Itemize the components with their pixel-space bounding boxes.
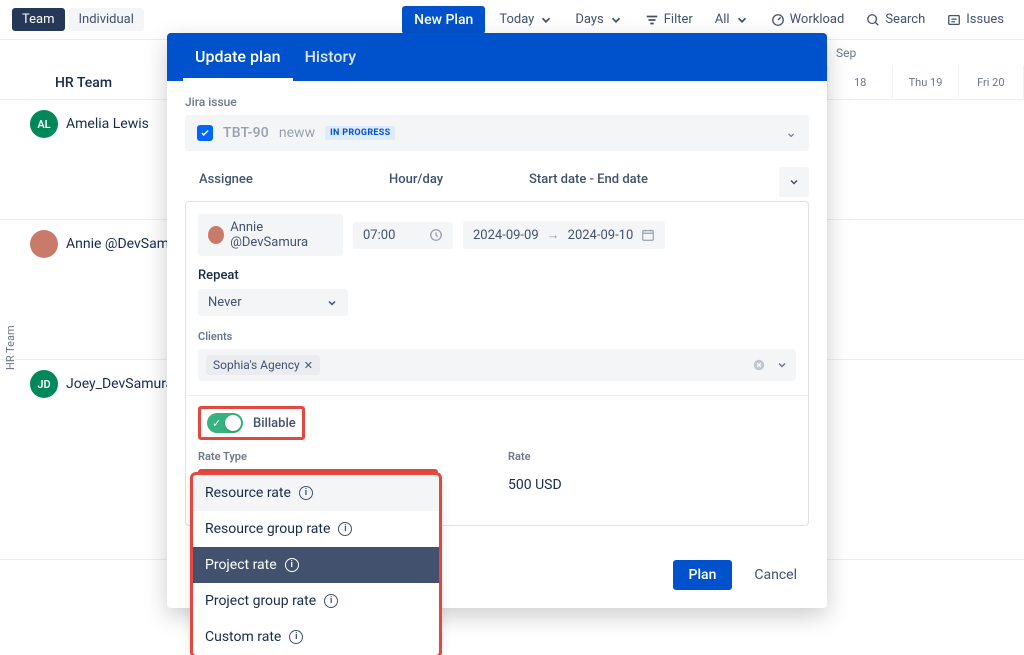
resource-name: Joey_DevSamurai [66,376,177,392]
workload-label: Workload [790,12,845,27]
repeat-value: Never [208,295,242,310]
rate-label: Rate [508,450,748,463]
issue-key: TBT-90 [223,125,269,141]
chevron-down-icon [788,176,800,188]
day-header: Thu 19 [893,66,958,99]
hours-per-day-field[interactable]: 07:00 [353,222,453,249]
arrow-right-icon: → [547,227,560,243]
scope-label: All [715,12,730,27]
avatar: JD [30,370,58,398]
new-plan-button[interactable]: New Plan [402,6,485,34]
issues-icon [947,13,961,27]
info-icon: i [299,486,313,500]
dialog-tabs: Update plan History [167,33,827,81]
col-assignee-label: Assignee [199,172,349,187]
billable-toggle[interactable]: ✓ [207,413,243,433]
workload-button[interactable]: Workload [763,7,853,32]
rate-type-option[interactable]: Resource rate i [193,475,439,511]
tab-history[interactable]: History [293,33,369,81]
option-label: Resource group rate [205,521,330,537]
filter-button[interactable]: Filter [637,7,701,32]
avatar [208,226,224,244]
jira-issue-picker[interactable]: TBT-90 neww IN PROGRESS ⌄ [185,115,809,151]
assignee-field[interactable]: Annie @DevSamura [198,214,343,256]
day-header: Fri 20 [959,66,1024,99]
date-range-field[interactable]: 2024-09-09 → 2024-09-10 [463,221,665,249]
chevron-down-icon: ⌄ [785,125,797,141]
status-badge: IN PROGRESS [325,126,395,140]
chevron-down-icon[interactable] [776,359,788,371]
clients-label: Clients [198,330,796,343]
task-type-icon [197,125,213,141]
cancel-button[interactable]: Cancel [742,560,809,590]
scope-button[interactable]: All [707,7,757,32]
start-date: 2024-09-09 [473,228,539,243]
calendar-icon [641,228,655,242]
hours-value: 07:00 [363,228,395,243]
granularity-button[interactable]: Days [567,7,630,32]
jira-issue-label: Jira issue [185,95,809,109]
plan-button[interactable]: Plan [673,560,733,590]
rate-type-dropdown: Resource rate i Resource group rate i Pr… [193,475,439,655]
view-individual-button[interactable]: Individual [69,8,144,31]
rate-type-option[interactable]: Project group rate i [193,583,439,619]
clients-field[interactable]: Sophia's Agency ✕ [198,349,796,381]
search-button[interactable]: Search [858,7,933,32]
check-icon: ✓ [212,417,221,430]
rate-type-option-selected[interactable]: Project rate i [193,547,439,583]
rate-value: 500 USD [508,469,748,493]
filter-icon [645,13,659,27]
clock-icon [429,228,443,242]
search-label: Search [885,12,925,27]
chevron-down-icon [609,13,623,27]
search-icon [866,13,880,27]
tab-update-plan[interactable]: Update plan [183,33,293,81]
toggle-knob [225,415,241,431]
issues-button[interactable]: Issues [939,7,1012,32]
billable-label: Billable [253,416,296,431]
repeat-select[interactable]: Never [198,289,348,316]
collapse-row-button[interactable] [779,167,809,197]
col-hourday-label: Hour/day [389,172,489,187]
option-label: Resource rate [205,485,291,501]
avatar [30,230,58,258]
chevron-down-icon [539,13,553,27]
month-label: Sep [828,46,1024,60]
gauge-icon [771,13,785,27]
info-icon: i [285,558,299,572]
billable-toggle-group: ✓ Billable [198,406,305,440]
today-button[interactable]: Today [491,7,561,32]
remove-tag-button[interactable]: ✕ [304,359,313,372]
view-team-button[interactable]: Team [12,8,65,31]
col-dates-label: Start date - End date [529,172,761,187]
day-header: 18 [828,66,893,99]
resource-name: Annie @DevSamu [66,236,177,252]
rate-type-label: Rate Type [198,450,438,463]
option-label: Project rate [205,557,277,573]
client-tag: Sophia's Agency ✕ [206,355,320,375]
chevron-down-icon [735,13,749,27]
issues-label: Issues [966,12,1004,27]
repeat-label: Repeat [198,268,796,283]
filter-label: Filter [664,12,693,27]
avatar: AL [30,110,58,138]
chevron-down-icon [326,297,338,309]
today-label: Today [499,12,534,27]
assignee-name: Annie @DevSamura [230,220,333,250]
clear-icon[interactable] [752,358,766,372]
issue-summary: neww [279,125,315,141]
info-icon: i [289,630,303,644]
option-label: Project group rate [205,593,316,609]
info-icon: i [338,522,352,536]
client-tag-label: Sophia's Agency [213,358,300,372]
rate-type-option[interactable]: Custom rate i [193,619,439,655]
info-icon: i [324,594,338,608]
end-date: 2024-09-10 [568,228,634,243]
granularity-label: Days [575,12,603,27]
view-segment: Team Individual [12,8,144,31]
group-vertical-label: HR Team [4,325,17,370]
resource-name: Amelia Lewis [66,116,149,132]
rate-type-option[interactable]: Resource group rate i [193,511,439,547]
